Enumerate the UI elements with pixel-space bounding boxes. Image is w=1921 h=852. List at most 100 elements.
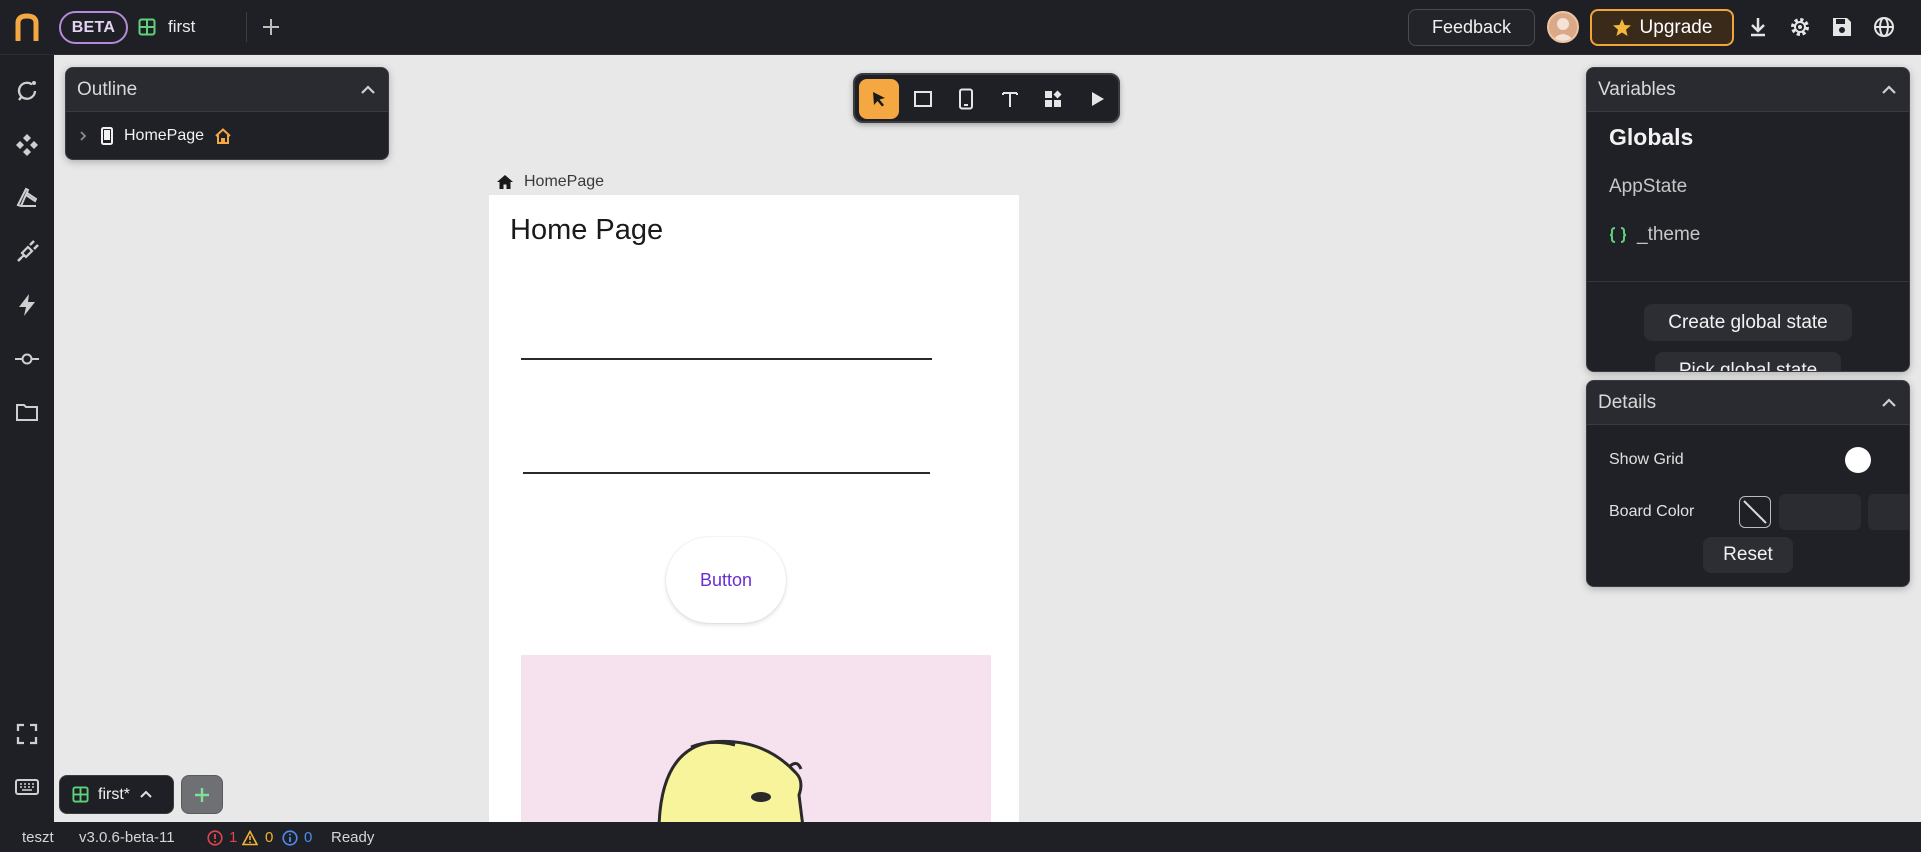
- board-color-swatch[interactable]: [1739, 496, 1771, 528]
- error-icon[interactable]: [207, 830, 223, 846]
- phone-icon: [959, 88, 973, 110]
- project-switcher-label: first*: [98, 785, 130, 803]
- globals-heading: Globals: [1609, 124, 1694, 150]
- status-user: teszt: [22, 829, 54, 846]
- add-project-button[interactable]: [181, 775, 223, 814]
- top-bar: BETA first Feedback Upgrade: [0, 0, 1921, 55]
- home-page-canvas[interactable]: Home Page Button: [489, 195, 1019, 822]
- gear-icon[interactable]: [1788, 15, 1812, 39]
- chevron-up-icon[interactable]: [359, 81, 377, 99]
- app-logo[interactable]: [14, 13, 40, 41]
- outline-item-homepage[interactable]: HomePage: [76, 123, 232, 149]
- reset-button[interactable]: Reset: [1703, 537, 1793, 573]
- page-tool[interactable]: [946, 79, 986, 119]
- outline-header[interactable]: Outline: [66, 68, 388, 112]
- outline-item-label: HomePage: [124, 127, 205, 144]
- appstate-item[interactable]: AppState: [1609, 176, 1687, 198]
- play-preview-button[interactable]: [1077, 79, 1117, 119]
- home-icon: [497, 175, 513, 189]
- home-icon: [215, 128, 231, 144]
- create-global-state-button[interactable]: Create global state: [1644, 304, 1852, 341]
- warning-icon[interactable]: [242, 830, 258, 846]
- pick-global-state-button[interactable]: Pick global state: [1655, 352, 1841, 371]
- project-tab-label: first: [168, 17, 196, 36]
- text-tool[interactable]: [990, 79, 1030, 119]
- component-tool[interactable]: [1033, 79, 1073, 119]
- chevron-right-icon[interactable]: [76, 129, 90, 143]
- error-count: 1: [229, 829, 238, 846]
- canvas-toolbar: [853, 73, 1120, 123]
- refresh-comment-icon[interactable]: [14, 78, 40, 104]
- keyboard-icon[interactable]: [14, 774, 40, 800]
- star-icon: [1612, 18, 1631, 36]
- grid-table-icon: [138, 18, 156, 36]
- show-grid-toggle[interactable]: [1845, 447, 1871, 473]
- user-avatar-icon: [1552, 18, 1574, 41]
- globe-icon[interactable]: [1872, 15, 1896, 39]
- curly-braces-icon: [1609, 227, 1627, 243]
- no-color-icon: [1743, 500, 1767, 524]
- phone-icon: [101, 127, 113, 145]
- theme-label: _theme: [1637, 224, 1701, 245]
- text-field-1[interactable]: [521, 358, 932, 360]
- outline-title: Outline: [77, 78, 138, 100]
- download-icon[interactable]: [1746, 15, 1770, 39]
- page-breadcrumb[interactable]: HomePage: [496, 171, 604, 193]
- details-panel: Details Show Grid Board Color Reset: [1586, 380, 1910, 587]
- cursor-arrow-icon: [873, 92, 885, 107]
- save-icon[interactable]: [1830, 15, 1854, 39]
- design-tools-icon[interactable]: [14, 185, 40, 211]
- text-icon: [1002, 92, 1018, 107]
- status-bar: teszt v3.0.6-beta-11 1 0 0 Ready: [0, 822, 1921, 852]
- page-title: Home Page: [510, 214, 664, 246]
- details-header[interactable]: Details: [1587, 381, 1909, 425]
- chevron-up-icon[interactable]: [1880, 81, 1898, 99]
- beta-badge: BETA: [59, 11, 128, 44]
- warning-count: 0: [265, 829, 274, 846]
- project-tab[interactable]: first: [138, 13, 195, 41]
- avatar[interactable]: [1547, 11, 1579, 43]
- text-field-2[interactable]: [523, 472, 930, 474]
- tab-divider: [246, 12, 247, 42]
- board-color-hex-field[interactable]: [1779, 494, 1861, 530]
- outline-panel: Outline HomePage: [65, 67, 389, 160]
- left-rail: [0, 55, 54, 822]
- upgrade-button[interactable]: Upgrade: [1590, 9, 1734, 46]
- board-color-alpha-field[interactable]: [1868, 494, 1909, 530]
- show-grid-label: Show Grid: [1609, 451, 1684, 468]
- grid-table-icon: [72, 786, 89, 803]
- rectangle-icon: [914, 91, 932, 107]
- variables-divider: [1587, 281, 1909, 282]
- chick-illustration: [657, 739, 804, 822]
- variables-header[interactable]: Variables: [1587, 68, 1909, 112]
- image-widget[interactable]: [521, 655, 991, 822]
- status-version: v3.0.6-beta-11: [79, 829, 175, 846]
- upgrade-label: Upgrade: [1639, 16, 1713, 38]
- feedback-button[interactable]: Feedback: [1408, 9, 1535, 46]
- widgets-icon: [1045, 90, 1062, 107]
- plus-icon: [195, 787, 209, 802]
- folder-icon[interactable]: [14, 399, 40, 425]
- theme-variable-item[interactable]: _theme: [1609, 224, 1700, 246]
- select-tool[interactable]: [859, 79, 899, 119]
- components-icon[interactable]: [14, 132, 40, 158]
- chevron-up-icon: [140, 790, 152, 798]
- chevron-up-icon[interactable]: [1880, 394, 1898, 412]
- lightning-icon[interactable]: [14, 292, 40, 318]
- commit-icon[interactable]: [14, 346, 40, 372]
- add-tab-plus-icon[interactable]: [259, 14, 283, 40]
- plugin-icon[interactable]: [14, 239, 40, 265]
- board-color-label: Board Color: [1609, 503, 1695, 520]
- status-text: Ready: [331, 829, 375, 846]
- variables-title: Variables: [1598, 78, 1676, 100]
- play-icon: [1092, 92, 1104, 106]
- details-title: Details: [1598, 391, 1657, 413]
- breadcrumb-label: HomePage: [524, 173, 605, 190]
- frame-tool[interactable]: [903, 79, 943, 119]
- fullscreen-icon[interactable]: [14, 721, 40, 747]
- info-count: 0: [304, 829, 313, 846]
- project-switcher[interactable]: first*: [59, 775, 174, 814]
- canvas-button[interactable]: Button: [666, 537, 786, 623]
- variables-panel: Variables Globals AppState _theme Create…: [1586, 67, 1910, 372]
- info-icon[interactable]: [282, 830, 298, 846]
